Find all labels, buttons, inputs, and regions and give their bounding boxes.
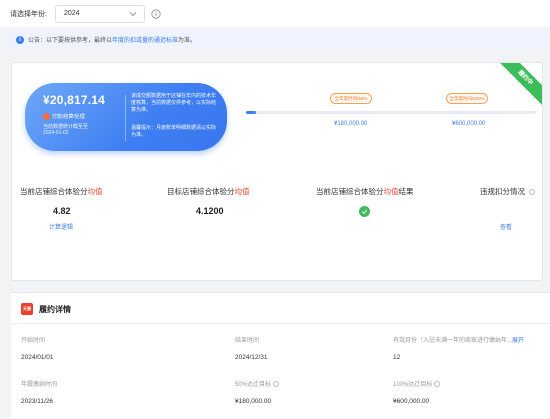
summary-line1: 当前数据统计截至至 (43, 124, 89, 130)
start-time-value: 2024/01/01 (21, 354, 54, 361)
months-label-text: 有效月份（入驻未满一年的商家进行缴纳年... (393, 338, 513, 344)
milestone-100-label: 全年度时间/100% (446, 93, 488, 104)
info-icon[interactable] (151, 8, 161, 19)
summary-card: ¥20,817.14 付款/结算/处理 当前数据统计截至至 2024-01-02… (25, 83, 227, 151)
months-label: 有效月份（入驻未满一年的商家进行缴纳年...展开 (393, 335, 524, 344)
chevron-down-icon (128, 9, 138, 19)
question-icon[interactable] (434, 381, 441, 388)
target50-value: ¥180,000.00 (235, 398, 272, 405)
target100-value: ¥600,000.00 (393, 398, 430, 405)
details-title: 履约详情 (39, 304, 71, 314)
metric-current-title-red: 均值 (87, 187, 103, 196)
violation-view-link[interactable]: 查看 (500, 222, 512, 231)
target50-label: 50%达迁目标 (235, 379, 280, 388)
metric-current-value: 4.82 (53, 206, 71, 216)
target100-label-text: 100%达迁目标 (393, 382, 433, 388)
summary-line2: 2024-01-02 (43, 130, 69, 136)
performance-card: 履约中 ¥20,817.14 付款/结算/处理 当前数据统计截至至 2024-0… (11, 62, 543, 281)
details-divider (11, 323, 550, 324)
calc-logic-link[interactable]: 计算逻辑 (49, 222, 73, 231)
milestone-50-label: 全年度时间/50% (330, 93, 372, 104)
metric-current-title-text: 当前店铺综合体验分 (20, 187, 88, 196)
metric-result-title-red: 均值 (383, 187, 399, 196)
sign-time-value: 2023/11/26 (21, 398, 54, 405)
details-card: 天猫 履约详情 开始时间 2024/01/01 结束时间 2024/12/31 … (11, 292, 550, 419)
status-ribbon-label: 履约中 (500, 63, 542, 105)
start-time-label: 开始时间 (21, 338, 46, 344)
notice-info-icon: i (16, 35, 24, 44)
milestone-100-value: ¥600,000.00 (452, 121, 486, 127)
status-dot-icon (43, 113, 50, 120)
metric-target-value: 4.1200 (196, 206, 224, 216)
summary-amount: ¥20,817.14 (43, 93, 106, 107)
summary-note2: 温馨提示：月度账单明细数据请以实际为准。 (131, 125, 217, 138)
summary-note1: 该成交额数据用于店铺在年内的技术年度核算，当前数据仅供参考，以实际结算为准。 (131, 93, 217, 113)
notice-link[interactable]: 年度的扣或量的通迟标准 (112, 35, 178, 44)
year-label: 请选择年份: (10, 10, 47, 18)
metric-target-title-red: 均值 (234, 187, 250, 196)
summary-divider (125, 95, 126, 141)
expand-link[interactable]: 展开 (512, 338, 524, 344)
progress-track (246, 111, 536, 114)
metric-result-title-text: 当前店铺综合体验分 (316, 187, 384, 196)
target50-label-text: 50%达迁目标 (235, 382, 272, 388)
summary-status: 付款/结算/处理 (43, 113, 85, 120)
notice-prefix: 公告：以下要按供参考，最终以 (28, 38, 113, 44)
filter-bar: 请选择年份: 2024 (0, 0, 550, 27)
metric-violation-text: 违规扣分情况 (480, 187, 525, 196)
months-value: 12 (393, 354, 401, 361)
notice-bar: i 公告：以下要按供参考，最终以 年度的扣或量的通迟标准 为准。 (8, 31, 548, 48)
milestone-50-value: ¥180,000.00 (334, 121, 368, 127)
question-icon[interactable] (529, 189, 536, 196)
notice-suffix: 为准。 (178, 38, 197, 44)
sign-time-label: 年履缴纳时间 (21, 382, 58, 388)
status-ribbon: 履约中 (500, 63, 542, 105)
target100-label: 100%达迁目标 (393, 379, 441, 388)
end-time-value: 2024/12/31 (235, 354, 268, 361)
metric-violation-title: 违规扣分情况 (480, 186, 536, 197)
summary-status-label: 付款/结算/处理 (52, 114, 85, 120)
tmall-logo-icon: 天猫 (21, 303, 33, 315)
metric-result-title-post: 结果 (398, 187, 414, 196)
metric-result-title: 当前店铺综合体验分均值结果 (316, 186, 414, 197)
year-select[interactable]: 2024 (54, 4, 145, 23)
year-select-value: 2024 (63, 10, 80, 17)
metric-target-title-text: 目标店铺综合体验分 (167, 187, 235, 196)
metric-current-title: 当前店铺综合体验分均值 (20, 186, 103, 197)
end-time-label: 结束时间 (235, 338, 260, 344)
question-icon[interactable] (273, 381, 280, 388)
check-icon (359, 206, 370, 217)
metric-target-title: 目标店铺综合体验分均值 (167, 186, 250, 197)
details-header: 天猫 履约详情 (21, 303, 71, 315)
progress-fill (246, 111, 257, 114)
